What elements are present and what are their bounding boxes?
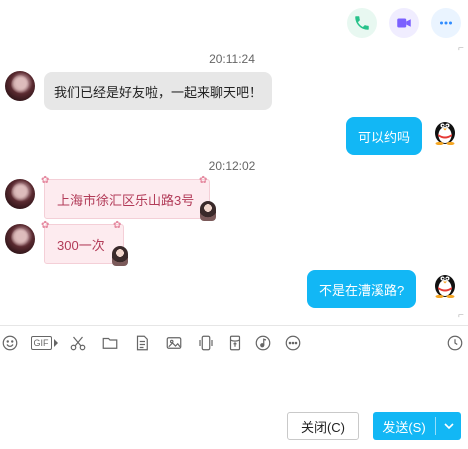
message-text: 不是在漕溪路? xyxy=(319,282,405,298)
input-divider xyxy=(0,325,468,326)
shake-icon xyxy=(197,334,215,352)
send-options-dropdown[interactable] xyxy=(436,421,461,431)
history-button[interactable] xyxy=(446,334,464,352)
more-options-button[interactable] xyxy=(431,8,461,38)
resize-handle-bottom[interactable]: ⌐ xyxy=(458,311,464,321)
send-button-label: 发送(S) xyxy=(382,419,426,435)
close-button[interactable]: 关闭(C) xyxy=(287,412,359,440)
gif-button[interactable]: GIF xyxy=(30,334,58,352)
chevron-down-icon xyxy=(443,423,454,430)
contact-avatar[interactable] xyxy=(5,71,35,101)
outgoing-message: 可以约吗 xyxy=(346,117,423,155)
send-button[interactable]: 发送(S) xyxy=(373,412,461,440)
file-button[interactable] xyxy=(101,334,119,352)
more-tools-button[interactable] xyxy=(284,334,302,352)
history-icon xyxy=(446,334,464,352)
message-text: 我们已经是好友啦，一起来聊天吧！ xyxy=(54,84,263,100)
message-text: 可以约吗 xyxy=(358,129,411,145)
message-timestamp: 20:12:02 xyxy=(208,159,256,173)
message-input[interactable] xyxy=(0,356,468,408)
my-avatar[interactable] xyxy=(432,268,458,303)
phone-icon xyxy=(353,14,371,32)
my-avatar[interactable] xyxy=(432,115,458,150)
penguin-avatar-icon xyxy=(435,275,455,299)
music-icon xyxy=(254,334,272,352)
screenshot-button[interactable] xyxy=(69,334,87,352)
document-button[interactable] xyxy=(133,334,151,352)
doc-icon xyxy=(133,334,151,352)
resize-handle-top[interactable]: ⌐ xyxy=(458,44,464,54)
incoming-card-message: 上海市徐汇区乐山路3号 xyxy=(44,179,210,219)
more-icon xyxy=(437,14,455,32)
image-icon xyxy=(165,334,183,352)
bow-decoration-icon: ✿ xyxy=(41,220,50,231)
close-button-label: 关闭(C) xyxy=(300,419,346,435)
shake-button[interactable] xyxy=(197,334,215,352)
voice-call-button[interactable] xyxy=(347,8,377,38)
folder-icon xyxy=(101,334,119,352)
girl-sticker-icon xyxy=(200,201,216,221)
contact-avatar[interactable] xyxy=(5,179,35,209)
message-timestamp: 20:11:24 xyxy=(209,52,255,66)
red-packet-button[interactable] xyxy=(226,334,244,352)
scissors-icon xyxy=(69,334,87,352)
more-icon xyxy=(284,334,302,352)
message-text: 上海市徐汇区乐山路3号 xyxy=(57,192,195,208)
outgoing-message: 不是在漕溪路? xyxy=(307,270,417,308)
bow-decoration-icon: ✿ xyxy=(41,175,50,186)
penguin-avatar-icon xyxy=(435,122,455,146)
image-button[interactable] xyxy=(165,334,183,352)
emoji-icon xyxy=(1,334,19,352)
bow-decoration-icon: ✿ xyxy=(199,175,208,186)
gif-label: GIF xyxy=(30,336,52,350)
video-icon xyxy=(395,14,413,32)
contact-avatar[interactable] xyxy=(5,224,35,254)
red-packet-icon xyxy=(226,334,244,352)
message-text: 300一次 xyxy=(57,237,105,253)
video-call-button[interactable] xyxy=(389,8,419,38)
incoming-message: 我们已经是好友啦，一起来聊天吧！ xyxy=(44,72,273,110)
music-button[interactable] xyxy=(254,334,272,352)
gif-icon: GIF xyxy=(30,336,58,350)
emoji-button[interactable] xyxy=(1,334,19,352)
bow-decoration-icon: ✿ xyxy=(113,220,122,231)
girl-sticker-icon xyxy=(112,246,128,266)
